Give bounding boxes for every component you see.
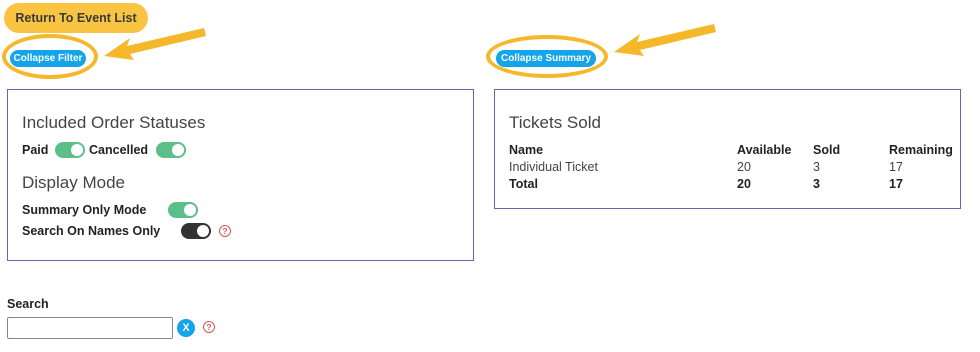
collapse-filter-button[interactable]: Collapse Filter	[10, 50, 86, 67]
column-header-available: Available	[737, 143, 792, 157]
summary-only-label: Summary Only Mode	[22, 203, 147, 217]
display-mode-heading: Display Mode	[22, 173, 125, 192]
arrow-pointer-summary	[614, 24, 716, 56]
search-input[interactable]	[7, 317, 173, 339]
return-to-event-list-button[interactable]: Return To Event List	[4, 3, 148, 33]
row-ticket-name: Individual Ticket	[509, 160, 598, 174]
names-only-toggle[interactable]	[181, 223, 211, 239]
total-row-remaining: 17	[889, 177, 903, 191]
column-header-name: Name	[509, 143, 544, 157]
paid-toggle[interactable]	[55, 142, 85, 158]
row-ticket-available: 20	[737, 160, 751, 174]
summary-only-toggle[interactable]	[168, 202, 198, 218]
filter-panel: Included Order Statuses Paid Cancelled D…	[7, 89, 474, 261]
row-ticket-remaining: 17	[889, 160, 903, 174]
search-help-icon[interactable]: ?	[203, 321, 215, 333]
total-row-available: 20	[737, 177, 751, 191]
column-header-remaining: Remaining	[889, 143, 953, 157]
summary-panel: Tickets Sold Name Available Sold Remaini…	[494, 89, 961, 209]
cancelled-label: Cancelled	[89, 143, 149, 157]
clear-search-button[interactable]: X	[177, 319, 195, 337]
collapse-summary-button[interactable]: Collapse Summary	[496, 50, 596, 67]
cancelled-toggle[interactable]	[156, 142, 186, 158]
total-row-label: Total	[509, 177, 538, 191]
names-only-help-icon[interactable]: ?	[219, 225, 231, 237]
order-statuses-heading: Included Order Statuses	[22, 113, 206, 132]
column-header-sold: Sold	[813, 143, 841, 157]
total-row-sold: 3	[813, 177, 820, 191]
paid-label: Paid	[22, 143, 49, 157]
tickets-sold-heading: Tickets Sold	[509, 113, 601, 132]
search-label: Search	[7, 297, 49, 311]
names-only-label: Search On Names Only	[22, 224, 161, 238]
row-ticket-sold: 3	[813, 160, 820, 174]
